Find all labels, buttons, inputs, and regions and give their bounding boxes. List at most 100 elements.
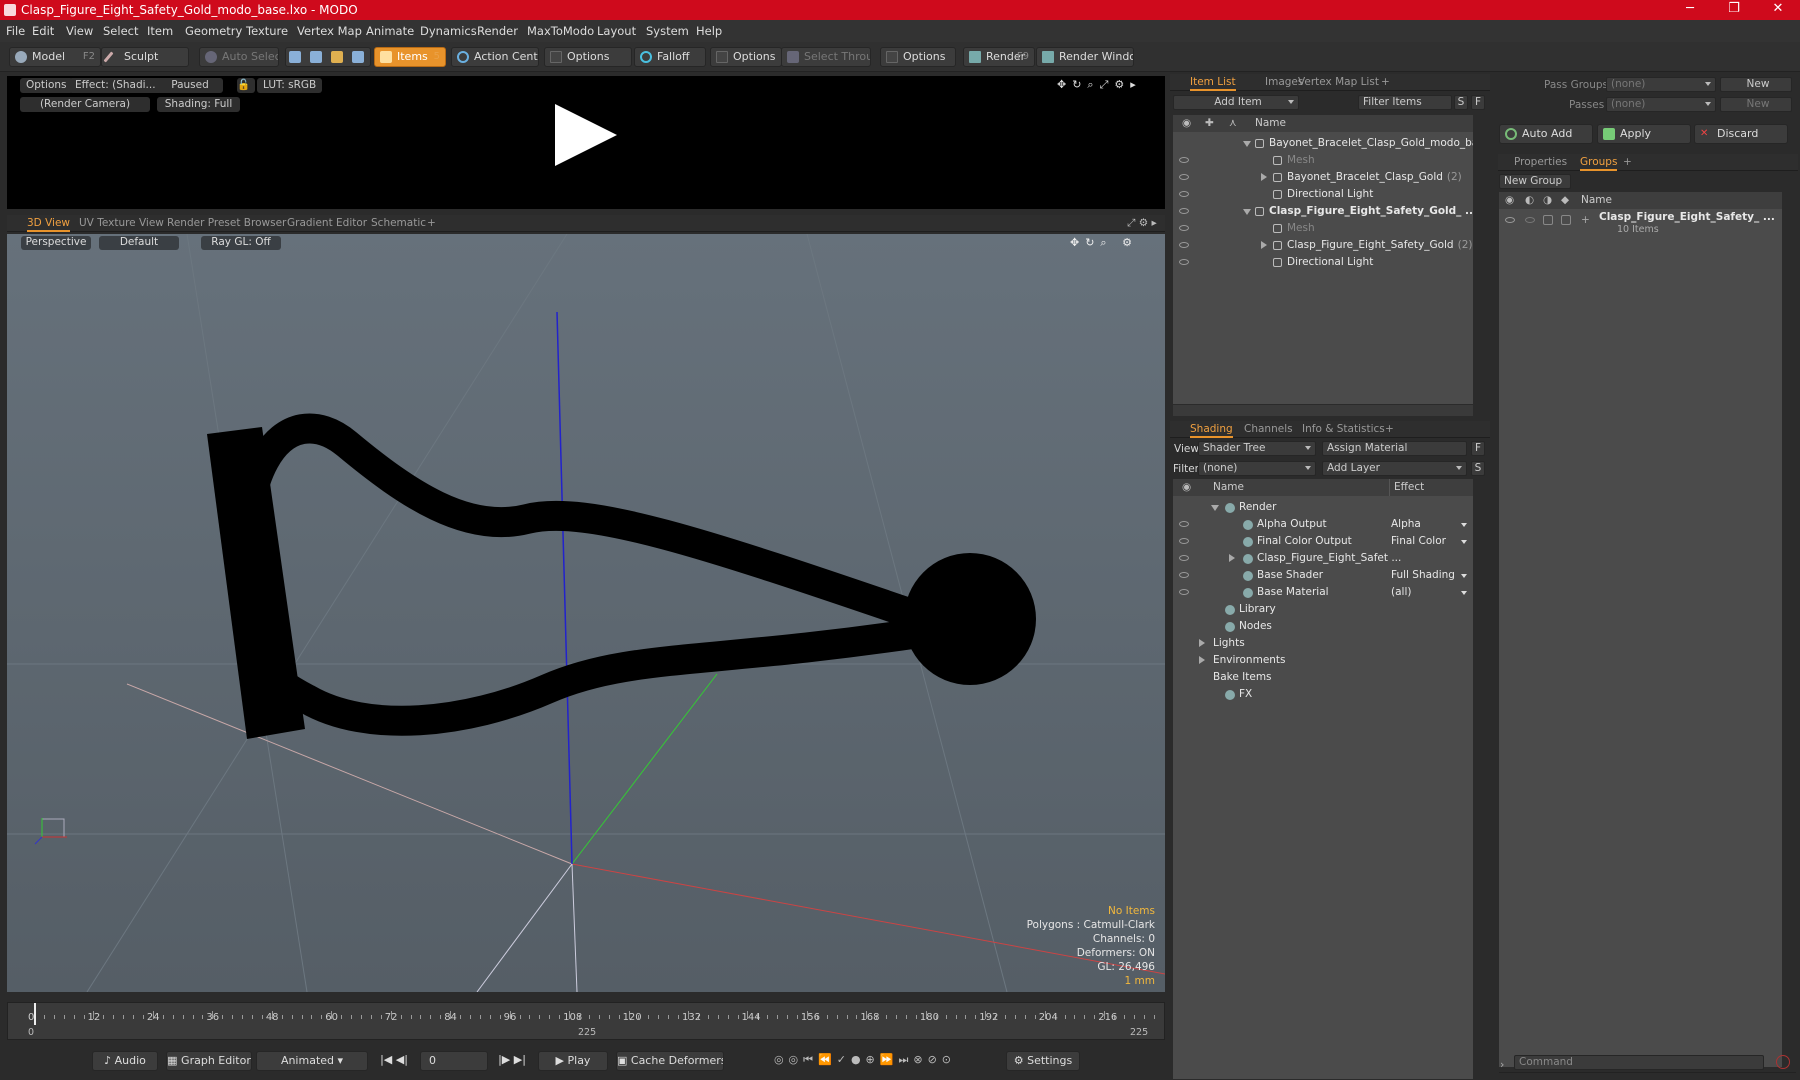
- item-row[interactable]: Directional Light: [1173, 186, 1473, 203]
- shading-f-button[interactable]: F: [1471, 441, 1485, 456]
- tab-3d-view[interactable]: 3D View: [27, 217, 71, 232]
- expand-icon[interactable]: +: [1581, 212, 1590, 229]
- collapse-arrow-icon[interactable]: [1211, 505, 1219, 511]
- cache-deformers-button[interactable]: ▣ Cache Deformers: [616, 1051, 724, 1071]
- shader-row[interactable]: Base Material (all): [1173, 584, 1473, 601]
- eye-icon[interactable]: [1179, 538, 1189, 544]
- eye-icon[interactable]: [1179, 208, 1189, 214]
- preview-options-button[interactable]: Options: [20, 78, 73, 93]
- shader-row[interactable]: Library: [1173, 601, 1473, 618]
- item-row[interactable]: Mesh: [1173, 152, 1473, 169]
- shader-row[interactable]: Environments: [1173, 652, 1473, 669]
- menu-maxtomodo[interactable]: MaxToModo: [527, 24, 594, 38]
- viewport-style-dropdown[interactable]: Default: [99, 236, 179, 250]
- 3d-viewport[interactable]: Perspective Default Ray GL: Off ✥↻⌕ ⚙ No…: [7, 234, 1165, 992]
- command-input[interactable]: Command: [1514, 1055, 1764, 1070]
- menu-layout[interactable]: Layout: [597, 24, 636, 38]
- group-row[interactable]: + Clasp_Figure_Eight_Safety_ ... 10 Item…: [1499, 211, 1782, 242]
- pass-groups-dropdown[interactable]: (none): [1606, 77, 1716, 92]
- shader-row[interactable]: Nodes: [1173, 618, 1473, 635]
- tab-shading[interactable]: Shading: [1190, 423, 1233, 438]
- menu-select[interactable]: Select: [103, 24, 138, 38]
- add-tab-button[interactable]: +: [1623, 156, 1632, 168]
- tab-render-preset-browser[interactable]: Render Preset Browser: [167, 217, 286, 229]
- tab-uv-texture-view[interactable]: UV Texture View: [79, 217, 164, 229]
- menu-texture[interactable]: Texture: [246, 24, 288, 38]
- view-tab-settings-icon[interactable]: ⤢ ⚙ ▸: [1127, 217, 1157, 230]
- item-row[interactable]: Clasp_Figure_Eight_Safety_Gold_ ...: [1173, 203, 1473, 220]
- menu-edit[interactable]: Edit: [32, 24, 54, 38]
- item-row[interactable]: Directional Light: [1173, 254, 1473, 271]
- menu-animate[interactable]: Animate: [366, 24, 414, 38]
- menu-dynamics[interactable]: Dynamics: [420, 24, 477, 38]
- eye-icon[interactable]: [1179, 572, 1189, 578]
- tab-schematic[interactable]: Schematic: [371, 217, 426, 229]
- tab-item-list[interactable]: Item List: [1190, 76, 1236, 91]
- apply-button[interactable]: Apply: [1597, 124, 1691, 144]
- falloff-button[interactable]: Falloff: [634, 47, 706, 67]
- prev-key-buttons[interactable]: |◀ ◀|: [374, 1051, 414, 1071]
- eye-icon[interactable]: [1179, 555, 1189, 561]
- shader-view-dropdown[interactable]: Shader Tree: [1198, 441, 1316, 456]
- play-button[interactable]: ▶ Play: [538, 1051, 608, 1071]
- effect-dropdown[interactable]: Alpha: [1391, 516, 1471, 533]
- render-button[interactable]: Render F9: [963, 47, 1035, 67]
- record-command-icon[interactable]: [1776, 1055, 1790, 1069]
- add-layer-dropdown[interactable]: Add Layer: [1322, 461, 1467, 476]
- expand-arrow-icon[interactable]: [1199, 639, 1205, 647]
- new-pass-button[interactable]: New: [1720, 97, 1792, 112]
- edges-mode-icon[interactable]: [310, 51, 322, 63]
- shading-s-button[interactable]: S: [1471, 461, 1485, 476]
- add-tab-button[interactable]: +: [1385, 423, 1394, 435]
- tab-gradient-editor[interactable]: Gradient Editor: [287, 217, 367, 229]
- lut-dropdown[interactable]: LUT: sRGB: [257, 78, 323, 93]
- passes-dropdown[interactable]: (none): [1606, 97, 1716, 112]
- item-row[interactable]: Mesh: [1173, 220, 1473, 237]
- lock-icon[interactable]: 🔓: [237, 78, 255, 93]
- shading-filter-dropdown[interactable]: (none): [1198, 461, 1316, 476]
- collapse-arrow-icon[interactable]: [1243, 141, 1251, 147]
- menu-help[interactable]: Help: [696, 24, 722, 38]
- shader-row[interactable]: Bake Items: [1173, 669, 1473, 686]
- menu-vertex-map[interactable]: Vertex Map: [297, 24, 362, 38]
- menu-system[interactable]: System: [646, 24, 689, 38]
- effect-dropdown[interactable]: (all): [1391, 584, 1471, 601]
- assign-material-button[interactable]: Assign Material: [1322, 441, 1467, 456]
- eye-icon[interactable]: [1179, 191, 1189, 197]
- render-toggle-icon[interactable]: [1525, 217, 1535, 223]
- projection-dropdown[interactable]: Perspective: [21, 236, 91, 250]
- itemlist-s-button[interactable]: S: [1454, 95, 1468, 110]
- filter-items-input[interactable]: Filter Items: [1358, 95, 1452, 110]
- preview-effect-dropdown[interactable]: Effect: (Shadi...: [69, 78, 162, 93]
- menu-file[interactable]: File: [6, 24, 25, 38]
- item-row[interactable]: Bayonet_Bracelet_Clasp_Gold (2): [1173, 169, 1473, 186]
- shader-row[interactable]: Lights: [1173, 635, 1473, 652]
- animated-dropdown[interactable]: Animated ▾: [256, 1051, 368, 1071]
- shader-row[interactable]: Final Color Output Final Color: [1173, 533, 1473, 550]
- shader-row[interactable]: Alpha Output Alpha: [1173, 516, 1473, 533]
- menu-item[interactable]: Item: [147, 24, 173, 38]
- lock-checkbox[interactable]: [1543, 215, 1553, 225]
- playhead[interactable]: [34, 1003, 36, 1025]
- tab-info-statistics[interactable]: Info & Statistics: [1302, 423, 1385, 435]
- tab-vertex-map-list[interactable]: Vertex Map List: [1298, 76, 1379, 88]
- select-checkbox[interactable]: [1561, 215, 1571, 225]
- play-preview-icon[interactable]: [555, 104, 617, 166]
- add-tab-button[interactable]: +: [1381, 76, 1390, 88]
- eye-icon[interactable]: [1179, 242, 1189, 248]
- action-center-options-button[interactable]: Options: [544, 47, 632, 67]
- graph-editor-button[interactable]: ▦ Graph Editor: [166, 1051, 252, 1071]
- eye-icon[interactable]: [1179, 225, 1189, 231]
- preview-paused-toggle[interactable]: Paused: [157, 78, 223, 93]
- itemlist-scrollbar[interactable]: [1173, 405, 1473, 416]
- next-key-buttons[interactable]: |▶ ▶|: [492, 1051, 532, 1071]
- expand-arrow-icon[interactable]: [1261, 241, 1267, 249]
- shading-dropdown[interactable]: Shading: Full: [157, 97, 240, 112]
- new-pass-group-button[interactable]: New: [1720, 77, 1792, 92]
- item-row[interactable]: Bayonet_Bracelet_Clasp_Gold_modo_ba...: [1173, 135, 1473, 152]
- render-camera-dropdown[interactable]: (Render Camera): [20, 97, 150, 112]
- collapse-arrow-icon[interactable]: [1243, 209, 1251, 215]
- shader-row[interactable]: Clasp_Figure_Eight_Safet ...: [1173, 550, 1473, 567]
- items-mode-button[interactable]: Items 5: [374, 47, 446, 67]
- expand-arrow-icon[interactable]: [1261, 173, 1267, 181]
